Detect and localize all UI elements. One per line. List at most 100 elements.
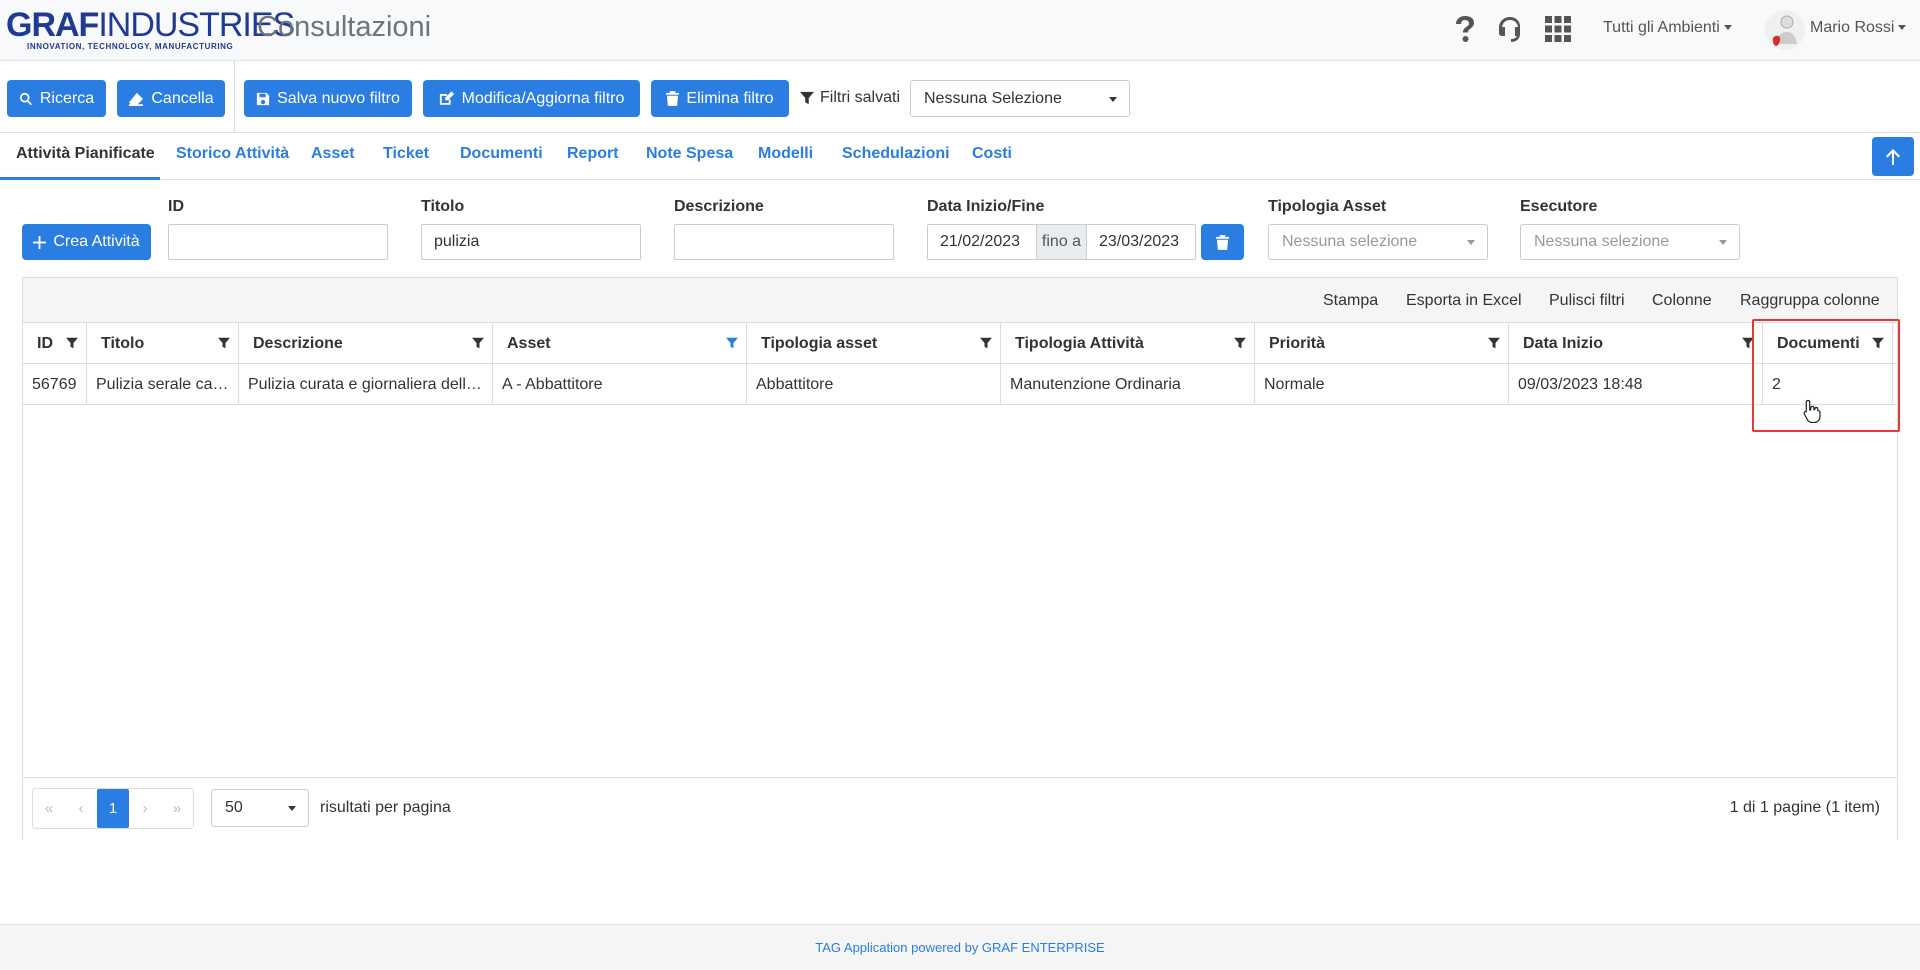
filter-icon[interactable] (472, 337, 484, 349)
graf-logo[interactable]: GRAFINDUSTRIES INNOVATION, TECHNOLOGY, M… (6, 8, 295, 54)
page-size-label: risultati per pagina (320, 799, 451, 816)
tab-storico-attivita[interactable]: Storico Attività (176, 145, 289, 163)
first-page-button[interactable]: « (33, 789, 65, 828)
tab-schedulazioni[interactable]: Schedulazioni (842, 145, 950, 163)
cell-tipologia-asset[interactable]: Abbattitore (747, 364, 1001, 405)
save-filter-button[interactable]: Salva nuovo filtro (244, 80, 412, 117)
id-filter-input[interactable] (168, 224, 388, 260)
column-header-tipologia-asset[interactable]: Tipologia asset (747, 323, 1001, 364)
title-filter-value: pulizia (434, 233, 480, 250)
cell-asset[interactable]: A - Abbattitore (493, 364, 747, 405)
cell-text: Manutenzione Ordinaria (1010, 375, 1181, 393)
grid-header-row: ID Titolo Descrizione Asset Tipologia as… (23, 323, 1897, 364)
save-icon (257, 92, 270, 105)
tab-attivita-pianificate[interactable]: Attività Pianificate (16, 145, 155, 163)
next-page-button[interactable]: › (129, 789, 161, 828)
filter-icon[interactable] (1742, 337, 1754, 349)
column-header-id[interactable]: ID (23, 323, 87, 364)
edit-filter-label: Modifica/Aggiorna filtro (461, 89, 625, 107)
user-menu-dropdown[interactable]: Mario Rossi (1810, 19, 1907, 37)
cell-id[interactable]: 56769 (23, 364, 87, 405)
clear-button-label: Cancella (151, 89, 214, 107)
filter-icon[interactable] (1234, 337, 1246, 349)
table-row[interactable]: 56769 Pulizia serale cabina Pulizia cura… (23, 364, 1897, 405)
help-icon[interactable] (1448, 12, 1482, 46)
cell-text: Pulizia curata e giornaliera delle super… (248, 375, 492, 393)
tab-asset[interactable]: Asset (311, 145, 355, 163)
filter-icon[interactable] (218, 337, 230, 349)
apps-grid-icon[interactable] (1541, 12, 1575, 46)
cell-descrizione[interactable]: Pulizia curata e giornaliera delle super… (239, 364, 493, 405)
column-header-data-inizio[interactable]: Data Inizio (1509, 323, 1763, 364)
export-excel-button[interactable]: Esporta in Excel (1406, 292, 1522, 310)
column-header-label: Priorità (1269, 334, 1326, 352)
footer-text[interactable]: TAG Application powered by GRAF ENTERPRI… (815, 940, 1104, 955)
grid-toolbar: Stampa Esporta in Excel Pulisci filtri C… (23, 278, 1897, 323)
trash-icon (666, 91, 680, 106)
print-button[interactable]: Stampa (1323, 292, 1378, 310)
asset-type-select[interactable]: Nessuna selezione (1268, 224, 1488, 260)
search-button[interactable]: Ricerca (7, 80, 106, 117)
filter-icon[interactable] (66, 337, 78, 349)
clear-filters-button[interactable]: Pulisci filtri (1549, 292, 1625, 310)
title-filter-input[interactable]: pulizia (421, 224, 641, 260)
cell-text: 56769 (32, 375, 77, 393)
tab-report[interactable]: Report (567, 145, 619, 163)
column-header-asset[interactable]: Asset (493, 323, 747, 364)
delete-filter-button[interactable]: Elimina filtro (651, 80, 789, 117)
filter-icon[interactable] (1488, 337, 1500, 349)
tab-note-spesa[interactable]: Note Spesa (646, 145, 733, 163)
tab-ticket[interactable]: Ticket (383, 145, 429, 163)
executor-select[interactable]: Nessuna selezione (1520, 224, 1740, 260)
cell-priorita[interactable]: Normale (1255, 364, 1509, 405)
filter-icon[interactable] (1872, 337, 1884, 349)
chevron-down-icon (1719, 240, 1727, 245)
date-to-input[interactable]: 23/03/2023 (1086, 224, 1196, 260)
page-size-select[interactable]: 50 (211, 789, 309, 827)
create-activity-button[interactable]: Crea Attività (22, 224, 151, 260)
column-header-descrizione[interactable]: Descrizione (239, 323, 493, 364)
column-header-tipologia-attivita[interactable]: Tipologia Attività (1001, 323, 1255, 364)
column-header-label: Data Inizio (1523, 334, 1604, 352)
cell-data-inizio[interactable]: 09/03/2023 18:48 (1509, 364, 1763, 405)
filter-active-icon[interactable] (726, 337, 738, 349)
saved-filters-select[interactable]: Nessuna Selezione (910, 80, 1130, 117)
eraser-icon (129, 92, 144, 106)
column-header-priorita[interactable]: Priorità (1255, 323, 1509, 364)
tab-modelli[interactable]: Modelli (758, 145, 813, 163)
tabs-divider (0, 179, 1920, 180)
cell-text: 09/03/2023 18:48 (1518, 375, 1643, 393)
description-filter-input[interactable] (674, 224, 894, 260)
search-button-label: Ricerca (39, 89, 95, 107)
filter-icon[interactable] (980, 337, 992, 349)
column-header-label: Titolo (101, 334, 145, 352)
avatar[interactable] (1765, 10, 1805, 50)
tab-documenti[interactable]: Documenti (460, 145, 543, 163)
filter-icon (800, 91, 814, 105)
executor-label: Esecutore (1520, 198, 1598, 215)
cell-documenti[interactable]: 2 (1763, 364, 1893, 405)
cell-tipologia-attivita[interactable]: Manutenzione Ordinaria (1001, 364, 1255, 405)
page-number-button[interactable]: 1 (97, 789, 129, 828)
environments-dropdown[interactable]: Tutti gli Ambienti (1603, 19, 1732, 37)
saved-filters-value: Nessuna Selezione (924, 89, 1062, 107)
column-header-titolo[interactable]: Titolo (87, 323, 239, 364)
edit-filter-button[interactable]: Modifica/Aggiorna filtro (423, 80, 640, 117)
support-headset-icon[interactable] (1493, 12, 1527, 46)
page-size-value: 50 (225, 799, 243, 816)
tab-costi[interactable]: Costi (972, 145, 1012, 163)
scroll-top-button[interactable] (1872, 137, 1914, 176)
clear-dates-button[interactable] (1201, 224, 1244, 260)
group-columns-button[interactable]: Raggruppa colonne (1740, 292, 1880, 310)
column-header-documenti[interactable]: Documenti (1763, 323, 1893, 364)
cell-titolo[interactable]: Pulizia serale cabina (87, 364, 239, 405)
delete-filter-label: Elimina filtro (686, 89, 774, 107)
last-page-button[interactable]: » (161, 789, 193, 828)
date-from-input[interactable]: 21/02/2023 (927, 224, 1037, 260)
date-to-value: 23/03/2023 (1099, 233, 1180, 250)
prev-page-button[interactable]: ‹ (65, 789, 97, 828)
chevron-down-icon (1109, 96, 1117, 102)
activities-grid: Stampa Esporta in Excel Pulisci filtri C… (22, 277, 1898, 840)
columns-button[interactable]: Colonne (1652, 292, 1712, 310)
clear-button[interactable]: Cancella (117, 80, 225, 117)
